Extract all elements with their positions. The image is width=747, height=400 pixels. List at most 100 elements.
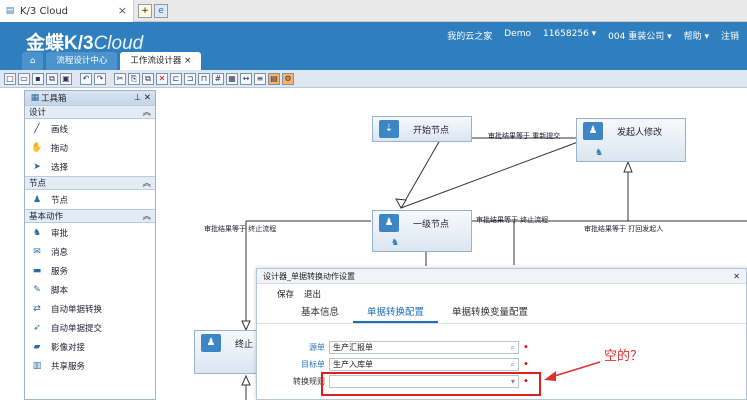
account-dropdown[interactable]: 11658256 ▾: [543, 29, 596, 42]
align-center-icon[interactable]: ⊐: [184, 72, 196, 85]
person-node-icon: ♟: [583, 122, 603, 140]
paste-icon[interactable]: ⎘: [128, 72, 140, 85]
copy-icon[interactable]: ⧉: [46, 72, 58, 85]
search-icon[interactable]: ⌕: [511, 342, 515, 353]
pen-icon: ╱: [34, 123, 40, 134]
collapse-icon[interactable]: ︽: [142, 106, 151, 118]
browser-tab-bar: ▤ K/3 Cloud × + e: [0, 0, 747, 22]
collapse-icon[interactable]: ︽: [142, 210, 151, 222]
toolbox-icon: ▦: [30, 93, 40, 103]
submit-icon: ➶: [33, 322, 41, 333]
tool-node[interactable]: ♟ 节点: [25, 190, 155, 209]
designer-toolbar: □ ▭ ▪ ⧉ ▣ ↶ ↷ ✂ ⎘ ⧉ ✕ ⊏ ⊐ ⊓ # ▦ ↔ ≡ ▤ ⚙: [0, 70, 747, 88]
person-icon: ♟: [32, 194, 42, 205]
tab-conversion-variables[interactable]: 单据转换变量配置: [438, 304, 542, 323]
dialog-menu: 保存 退出: [257, 284, 746, 304]
config-icon[interactable]: ⚙: [282, 72, 294, 85]
duplicate-icon[interactable]: ⧉: [142, 72, 154, 85]
separator: [74, 73, 78, 85]
target-input[interactable]: 生产入库单 ⌕: [329, 358, 519, 371]
save-icon[interactable]: ▪: [32, 72, 44, 85]
grid-icon[interactable]: #: [212, 72, 224, 85]
k3-favicon-icon: ▤: [5, 6, 15, 16]
source-label: 源单: [309, 343, 325, 352]
header-nav: 我的云之家 Demo 11658256 ▾ 004 重装公司 ▾ 帮助 ▾ 注销: [447, 29, 739, 42]
required-marker: •: [523, 342, 529, 353]
convert-icon: ⇄: [33, 303, 41, 314]
section-basic-actions[interactable]: 基本动作 ︽: [25, 209, 155, 223]
cursor-icon: ➤: [33, 161, 41, 172]
script-icon: ✎: [33, 284, 41, 295]
section-node[interactable]: 节点 ︽: [25, 176, 155, 190]
service-icon: ▬: [32, 265, 42, 276]
node-start[interactable]: ⇣ 开始节点: [372, 116, 472, 142]
tab-workflow-designer[interactable]: 工作流设计器 ×: [120, 52, 202, 70]
exit-button[interactable]: 退出: [304, 288, 321, 300]
tab-conversion-config[interactable]: 单据转换配置: [353, 304, 439, 323]
align-left-icon[interactable]: ⊏: [170, 72, 182, 85]
redo-icon[interactable]: ↷: [94, 72, 106, 85]
rule-label: 转换规则: [293, 377, 325, 386]
node-end[interactable]: ♟ 终止: [194, 330, 264, 374]
logout-link[interactable]: 注销: [721, 29, 739, 42]
share-icon: ▥: [32, 360, 42, 371]
node-initiator-modify[interactable]: ♟ 发起人修改 ♞: [576, 118, 686, 162]
tool-approve[interactable]: ♞ 审批: [25, 223, 155, 242]
edge-label-terminate-left: 审批结果等于 终止流程: [204, 225, 277, 233]
toolbox-title: 工具箱: [41, 94, 67, 104]
approve-icon: ♞: [32, 227, 42, 238]
tab-process-design-center[interactable]: 流程设计中心: [46, 52, 118, 70]
save-button[interactable]: 保存: [277, 288, 294, 300]
new-tab-icon[interactable]: +: [138, 4, 152, 18]
logo: 金蝶K/3Cloud: [26, 33, 144, 54]
tool-draw-line[interactable]: ╱ 画线: [25, 119, 155, 138]
toolbox-panel: ▦ 工具箱 ⊥ ✕ 设计 ︽ ╱ 画线 ✋ 拖动 ➤ 选择 节点 ︽ ♟ 节点 基本动作 ︽ …: [24, 90, 156, 400]
browser-tab-title: K/3 Cloud: [20, 5, 69, 17]
tool-image-dock[interactable]: ▰ 影像对接: [25, 337, 155, 356]
company-dropdown[interactable]: 004 重装公司 ▾: [608, 29, 671, 42]
export-icon[interactable]: ▤: [268, 72, 280, 85]
tool-select[interactable]: ➤ 选择: [25, 157, 155, 176]
highlight-box: [321, 372, 541, 396]
tool-service[interactable]: ▬ 服务: [25, 261, 155, 280]
list-icon[interactable]: ≡: [254, 72, 266, 85]
search-icon[interactable]: ⌕: [511, 359, 515, 370]
dialog-close-icon[interactable]: ✕: [733, 272, 740, 281]
new-icon[interactable]: □: [4, 72, 16, 85]
target-label: 目标单: [301, 360, 325, 369]
dialog-titlebar: 设计器_单据转换动作设置 ✕: [257, 269, 746, 284]
tool-auto-convert[interactable]: ⇄ 自动单据转换: [25, 299, 155, 318]
tool-auto-submit[interactable]: ➶ 自动单据提交: [25, 318, 155, 337]
source-input[interactable]: 生产汇报单 ⌕: [329, 341, 519, 354]
delete-icon[interactable]: ✕: [156, 72, 168, 85]
resize-icon[interactable]: ↔: [240, 72, 252, 85]
tool-drag[interactable]: ✋ 拖动: [25, 138, 155, 157]
collapse-icon[interactable]: ︽: [142, 177, 151, 189]
tool-message[interactable]: ✉ 消息: [25, 242, 155, 261]
toolbox-pin-close[interactable]: ⊥ ✕: [134, 93, 151, 103]
edge-label-return-initiator: 审批结果等于 打回发起人: [584, 225, 664, 233]
tab-basic-info[interactable]: 基本信息: [287, 304, 353, 323]
my-cloud-link[interactable]: 我的云之家: [447, 29, 492, 42]
layout-icon[interactable]: ▦: [226, 72, 238, 85]
tool-script[interactable]: ✎ 脚本: [25, 280, 155, 299]
align-top-icon[interactable]: ⊓: [198, 72, 210, 85]
help-dropdown[interactable]: 帮助 ▾: [684, 29, 709, 42]
open-icon[interactable]: ▭: [18, 72, 30, 85]
ie-icon[interactable]: e: [154, 4, 168, 18]
image-icon[interactable]: ▣: [60, 72, 72, 85]
tool-shared-service[interactable]: ▥ 共享服务: [25, 356, 155, 375]
required-marker: •: [523, 359, 529, 370]
user-name[interactable]: Demo: [504, 29, 531, 42]
approver-icon: ♞: [595, 148, 604, 158]
home-tab[interactable]: ⌂: [22, 52, 44, 70]
section-design[interactable]: 设计 ︽: [25, 105, 155, 119]
close-tab-icon[interactable]: ×: [118, 4, 127, 17]
node-level1[interactable]: ♟ 一级节点 ♞: [372, 210, 472, 252]
cut-icon[interactable]: ✂: [114, 72, 126, 85]
browser-tab[interactable]: ▤ K/3 Cloud ×: [0, 0, 134, 22]
dialog-title: 设计器_单据转换动作设置: [263, 271, 355, 281]
person-node-icon: ♟: [379, 214, 399, 232]
undo-icon[interactable]: ↶: [80, 72, 92, 85]
approver-icon: ♞: [391, 238, 400, 248]
